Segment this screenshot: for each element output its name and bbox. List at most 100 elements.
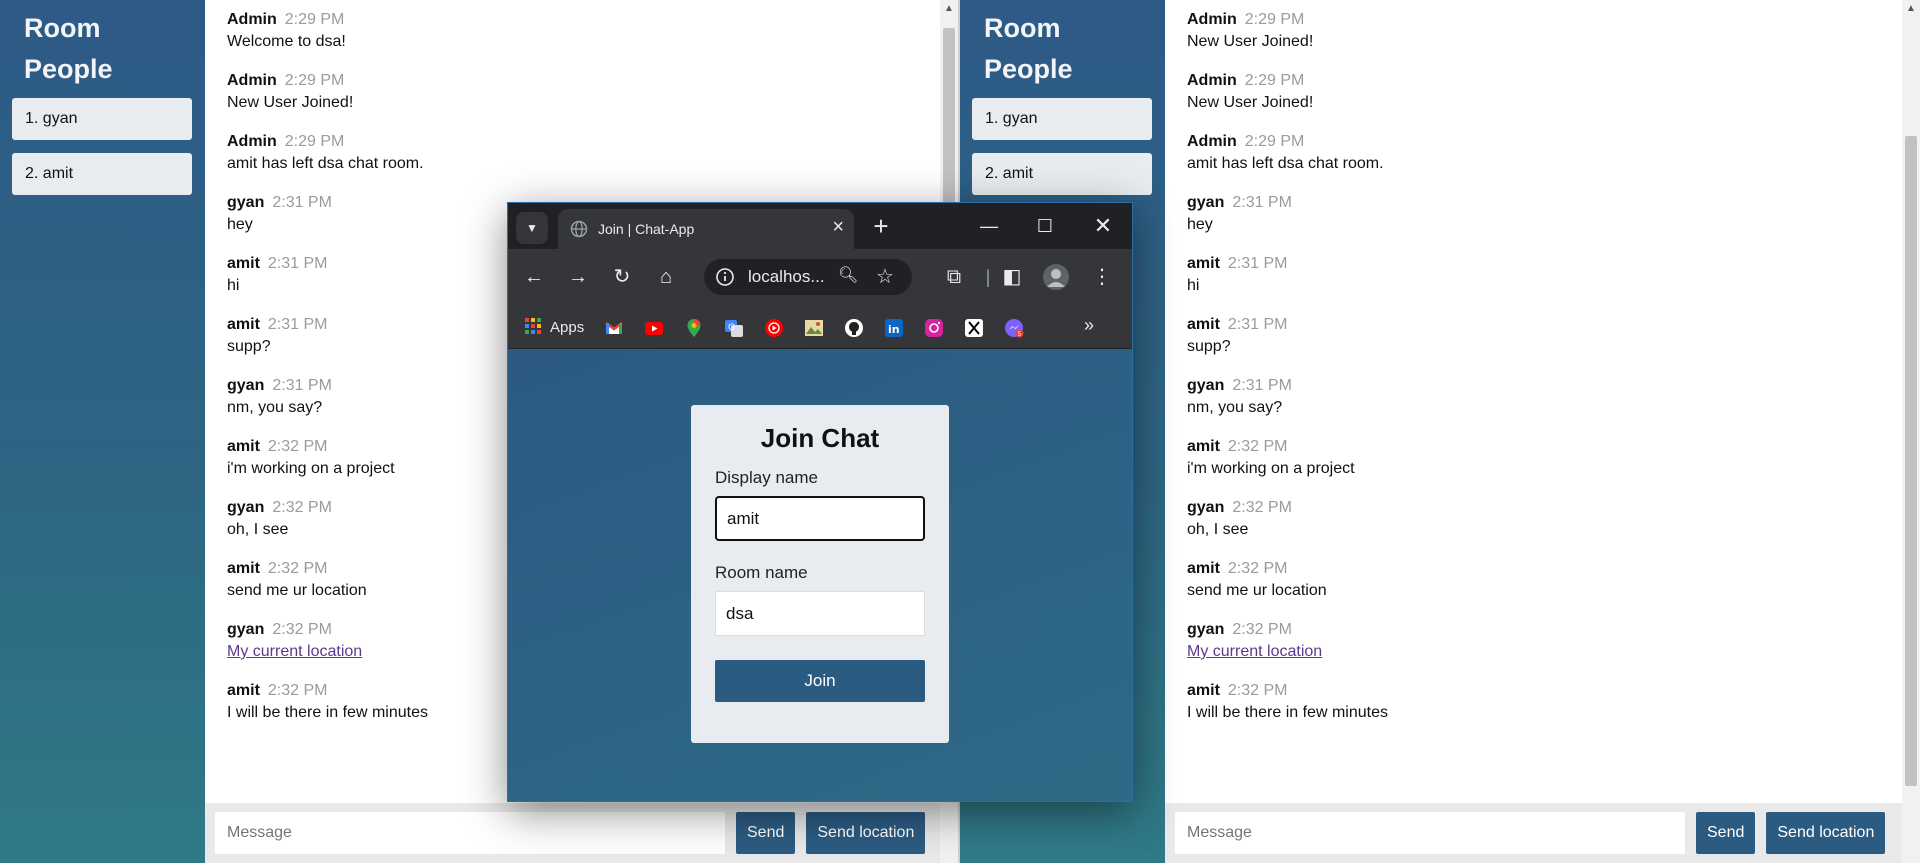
message-author: Admin (1187, 133, 1237, 150)
send-button[interactable]: Send (1696, 812, 1756, 854)
message-author: amit (227, 438, 260, 455)
gmail-icon[interactable] (604, 318, 624, 338)
message-input[interactable] (215, 812, 725, 854)
extensions-icon[interactable]: ⧉ (940, 263, 968, 291)
message-text: amit has left dsa chat room. (227, 155, 424, 172)
maps-icon[interactable] (684, 318, 704, 338)
scroll-down-arrow-icon[interactable] (940, 803, 958, 863)
send-location-button[interactable]: Send location (1766, 812, 1886, 854)
message-text: nm, you say? (1187, 399, 1283, 416)
message-meta: gyan 2:32 PM (1187, 498, 1880, 518)
bookmark-apps[interactable]: Apps (524, 317, 584, 336)
people-item: 1. gyan (972, 98, 1152, 140)
minimize-icon[interactable]: — (974, 213, 1004, 239)
browser-tab[interactable]: Join | Chat-App × (558, 209, 854, 249)
join-button[interactable]: Join (715, 660, 925, 702)
send-location-button[interactable]: Send location (806, 812, 926, 854)
message-meta: gyan 2:31 PM (1187, 193, 1880, 213)
message-timestamp: 2:32 PM (1232, 621, 1292, 638)
forward-arrow-icon[interactable]: → (564, 263, 592, 291)
github-icon[interactable] (844, 318, 864, 338)
message-author: gyan (227, 621, 265, 638)
message-item: gyan 2:31 PM hey (1187, 193, 1880, 236)
globe-icon (570, 220, 588, 238)
message-scrollbar[interactable]: ▲ (1902, 0, 1920, 803)
svg-text:in: in (888, 323, 900, 336)
message-meta: amit 2:32 PM (1187, 437, 1880, 457)
photo-icon[interactable] (804, 318, 824, 338)
bookmarks-overflow-chevron-icon[interactable]: » (1084, 315, 1094, 336)
sidebar-title-people: People (24, 54, 113, 84)
apps-label: Apps (550, 319, 585, 336)
back-arrow-icon[interactable]: ← (520, 263, 548, 291)
message-text: I will be there in few minutes (1187, 704, 1388, 721)
scroll-up-arrow-icon[interactable]: ▲ (1902, 0, 1920, 18)
message-item: Admin 2:29 PM New User Joined! (1187, 10, 1880, 53)
message-text: i'm working on a project (1187, 460, 1355, 477)
message-timestamp: 2:31 PM (267, 255, 328, 272)
message-timestamp: 2:29 PM (284, 11, 345, 28)
message-item: amit 2:32 PM i'm working on a project (1187, 437, 1880, 480)
x-icon[interactable] (964, 318, 984, 338)
display-name-input[interactable] (715, 496, 925, 541)
menu-kebab-icon[interactable]: ⋮ (1088, 263, 1116, 291)
scroll-down-arrow-icon[interactable] (1902, 803, 1920, 863)
message-meta: Admin 2:29 PM (227, 71, 918, 91)
join-title: Join Chat (760, 423, 880, 453)
message-author: Admin (1187, 11, 1237, 28)
display-name-label: Display name (715, 468, 818, 487)
side-panel-icon[interactable]: ◧ (998, 263, 1026, 291)
message-author: gyan (1187, 499, 1225, 516)
message-text: send me ur location (1187, 582, 1327, 599)
message-meta: Admin 2:29 PM (227, 132, 918, 152)
message-composer: Send Send location (1165, 803, 1902, 863)
location-link[interactable]: My current location (227, 640, 362, 663)
browser-viewport: Join Chat Display name Room name Join (508, 349, 1132, 801)
bookmark-star-icon[interactable]: ☆ (876, 264, 894, 289)
location-link[interactable]: My current location (1187, 640, 1322, 663)
message-meta: amit 2:31 PM (1187, 254, 1880, 274)
youtube-music-icon[interactable] (764, 318, 784, 338)
scroll-up-arrow-icon[interactable]: ▲ (940, 0, 958, 18)
join-form: Join Chat Display name Room name Join (691, 405, 949, 743)
youtube-icon[interactable] (644, 318, 664, 338)
zoom-icon[interactable]: 🔍︎ (838, 265, 858, 285)
close-tab-icon[interactable]: × (832, 217, 844, 237)
message-input[interactable] (1175, 812, 1685, 854)
browser-titlebar: ▼ Join | Chat-App × + — ☐ ✕ (508, 203, 1132, 249)
profile-avatar-icon[interactable] (1042, 263, 1070, 291)
people-item: 2. amit (972, 153, 1152, 195)
url-text: localhos... (748, 267, 825, 286)
send-button[interactable]: Send (736, 812, 796, 854)
room-name-input[interactable] (715, 591, 925, 636)
sidebar-title-room: Room (24, 13, 101, 43)
reload-icon[interactable]: ↻ (608, 263, 636, 291)
message-item: Admin 2:29 PM Welcome to dsa! (227, 10, 918, 53)
new-tab-plus-icon[interactable]: + (866, 211, 896, 241)
close-window-icon[interactable]: ✕ (1088, 213, 1118, 239)
message-item: Admin 2:29 PM amit has left dsa chat room. (227, 132, 918, 175)
message-timestamp: 2:32 PM (267, 560, 328, 577)
message-author: amit (1187, 560, 1220, 577)
message-meta: Admin 2:29 PM (1187, 71, 1880, 91)
message-meta: amit 2:32 PM (1187, 559, 1880, 579)
scrollbar-thumb[interactable] (1905, 136, 1917, 786)
maximize-icon[interactable]: ☐ (1030, 213, 1060, 239)
tab-search-chevron-icon[interactable]: ▼ (516, 212, 548, 244)
message-item: gyan 2:32 PM My current location (1187, 620, 1880, 663)
message-meta: gyan 2:31 PM (1187, 376, 1880, 396)
message-meta: Admin 2:29 PM (227, 10, 918, 30)
instagram-icon[interactable] (924, 318, 944, 338)
address-bar[interactable]: localhos... 🔍︎ ☆ (704, 259, 912, 295)
translate-icon[interactable]: G (724, 318, 744, 338)
message-item: Admin 2:29 PM New User Joined! (227, 71, 918, 114)
linkedin-icon[interactable]: in (884, 318, 904, 338)
site-info-icon[interactable] (714, 266, 736, 288)
messenger-icon[interactable]: 5 (1004, 318, 1024, 338)
apps-grid-icon (525, 318, 541, 334)
message-author: Admin (1187, 72, 1237, 89)
message-author: Admin (227, 11, 277, 28)
sidebar-title-people: People (984, 54, 1073, 84)
home-icon[interactable]: ⌂ (652, 263, 680, 291)
message-author: amit (227, 682, 260, 699)
